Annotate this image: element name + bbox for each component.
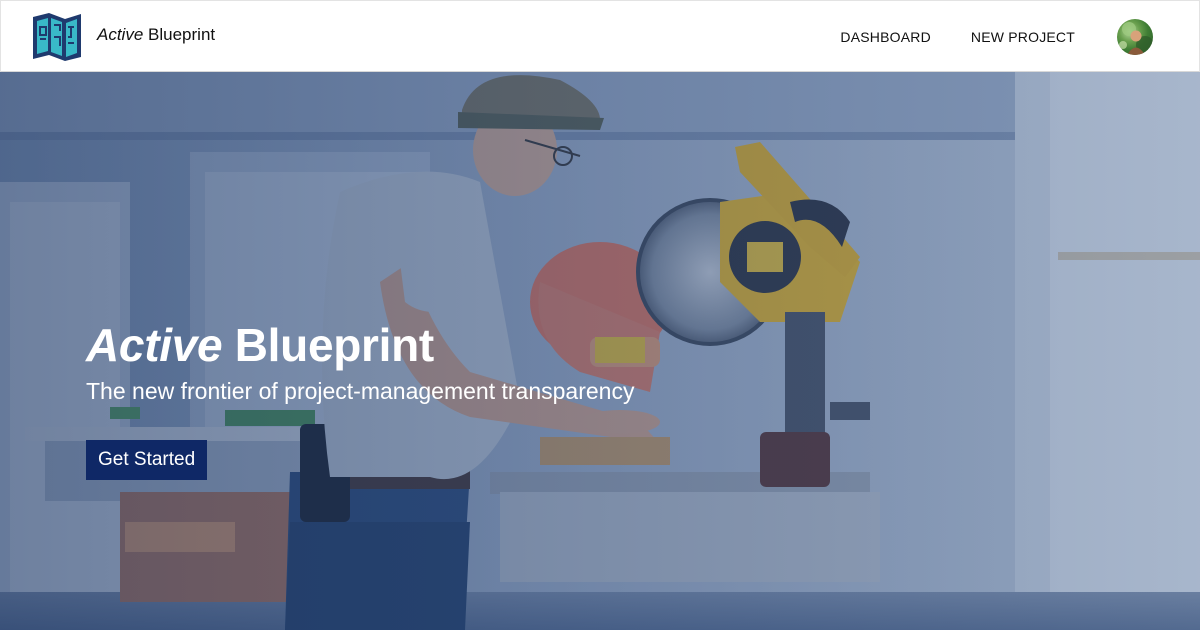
top-navbar: Active Blueprint DASHBOARD NEW PROJECT bbox=[0, 0, 1200, 72]
nav-dashboard-link[interactable]: DASHBOARD bbox=[840, 29, 930, 45]
brand-name: Active Blueprint bbox=[97, 25, 215, 45]
brand-name-italic: Active bbox=[97, 25, 144, 44]
hero-title-rest: Blueprint bbox=[234, 319, 434, 371]
user-avatar[interactable] bbox=[1117, 19, 1153, 55]
avatar-photo bbox=[1119, 22, 1153, 55]
main-nav: DASHBOARD NEW PROJECT bbox=[840, 1, 1075, 73]
brand-name-rest: Blueprint bbox=[148, 25, 216, 44]
nav-new-project-link[interactable]: NEW PROJECT bbox=[971, 29, 1075, 45]
hero-content: Active Blueprint The new frontier of pro… bbox=[86, 318, 634, 480]
hero-title: Active Blueprint bbox=[86, 318, 634, 372]
blueprint-map-icon bbox=[33, 13, 81, 61]
hero-subtitle: The new frontier of project-management t… bbox=[86, 378, 635, 404]
get-started-button[interactable]: Get Started bbox=[86, 440, 208, 480]
hero-title-italic: Active bbox=[86, 319, 223, 371]
hero-section: Active Blueprint The new frontier of pro… bbox=[0, 72, 1200, 630]
brand-home-link[interactable]: Active Blueprint bbox=[31, 11, 215, 63]
